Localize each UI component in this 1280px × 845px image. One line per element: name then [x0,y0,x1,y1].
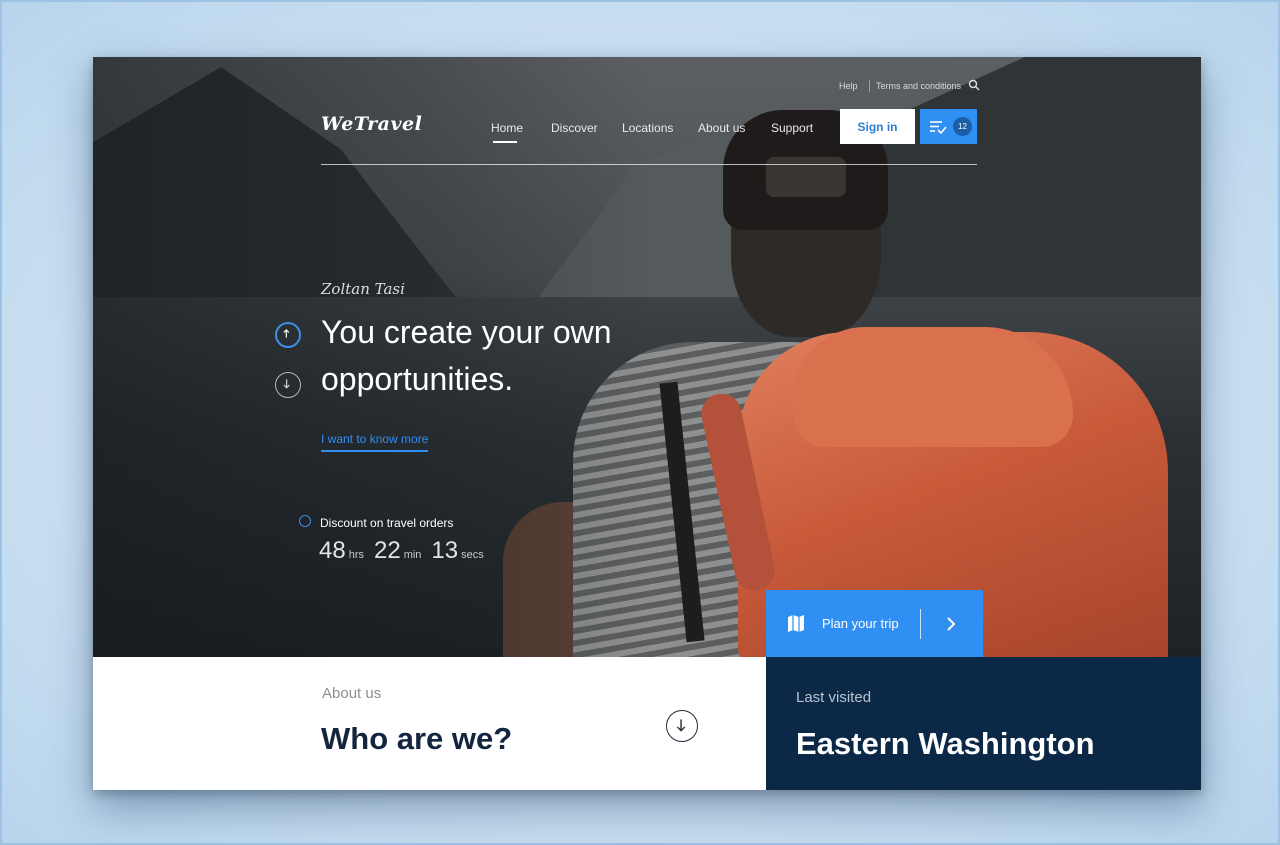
header-divider [321,164,977,165]
backpack-top [793,327,1073,447]
about-section: About us Who are we? [93,657,766,790]
nav-about-us[interactable]: About us [698,121,745,135]
browser-frame: Help Terms and conditions WeTravel Home … [93,57,1201,790]
plan-trip-divider [920,609,921,639]
trip-list-button[interactable]: 12 [920,109,977,144]
about-eyebrow: About us [322,685,382,702]
timer-minutes-unit: min [403,549,422,561]
slide-prev-button[interactable] [275,322,301,348]
list-check-icon [930,121,947,135]
nav-active-indicator [493,141,517,143]
trip-count-badge: 12 [953,117,972,136]
sign-in-button[interactable]: Sign in [840,109,915,144]
last-visited-title[interactable]: Eastern Washington [796,726,1095,762]
arrow-down-icon [283,379,290,389]
quote-author: Zoltan Tasi [321,280,405,298]
arrow-up-icon [283,329,290,338]
timer-seconds-unit: secs [461,549,484,561]
utility-divider [869,80,870,92]
know-more-link[interactable]: I want to know more [321,432,429,452]
nav-support[interactable]: Support [771,121,813,135]
hero-headline: You create your own opportunities. [321,314,612,397]
search-icon[interactable] [968,79,980,91]
arrow-down-icon [676,719,686,732]
about-title: Who are we? [321,721,513,756]
terms-link[interactable]: Terms and conditions [876,81,961,91]
timer-seconds: 13 [431,537,459,564]
chevron-right-icon [947,617,956,631]
compass-icon [299,515,311,527]
scroll-down-button[interactable] [666,710,698,742]
countdown-timer: 48 hrs 22 min 13 secs [319,537,494,565]
nav-locations[interactable]: Locations [622,121,673,135]
help-link[interactable]: Help [839,81,858,91]
cap-logo [766,157,846,197]
last-visited-eyebrow: Last visited [796,689,872,706]
site-logo[interactable]: WeTravel [321,113,422,135]
timer-hours-unit: hrs [348,549,364,561]
discount-label: Discount on travel orders [320,516,454,530]
last-visited-section[interactable]: Last visited Eastern Washington [766,657,1201,790]
map-icon [788,615,804,632]
plan-trip-button[interactable]: Plan your trip [766,590,983,658]
nav-home[interactable]: Home [491,121,523,135]
timer-minutes: 22 [373,537,401,564]
nav-discover[interactable]: Discover [551,121,598,135]
plan-trip-label: Plan your trip [822,616,899,631]
timer-hours: 48 [319,537,346,564]
slide-next-button[interactable] [275,372,301,398]
